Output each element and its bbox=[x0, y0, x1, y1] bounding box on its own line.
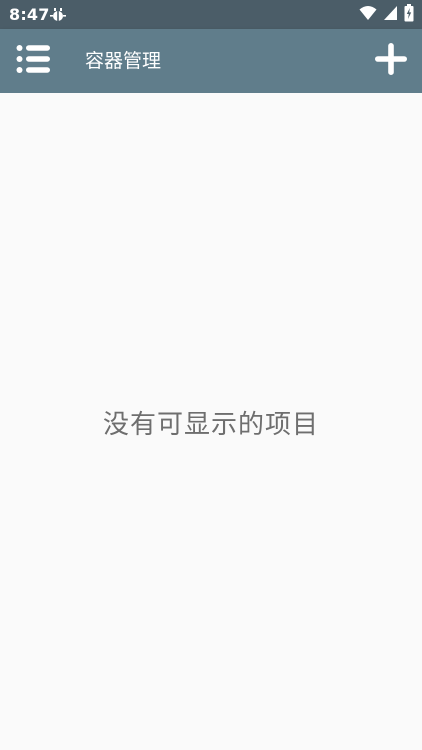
app-bar: 容器管理 bbox=[0, 29, 422, 93]
add-container-button[interactable] bbox=[371, 41, 411, 81]
menu-button[interactable] bbox=[14, 42, 52, 80]
list-menu-icon bbox=[16, 44, 50, 78]
status-icons bbox=[359, 4, 414, 26]
status-bar: 8:47 bbox=[0, 0, 422, 29]
bug-notification-icon bbox=[49, 6, 67, 24]
plus-icon bbox=[374, 42, 408, 80]
page-title: 容器管理 bbox=[85, 50, 162, 72]
battery-charging-icon bbox=[404, 4, 414, 26]
container-list: 没有可显示的项目 bbox=[0, 93, 422, 750]
status-time: 8:47 bbox=[9, 5, 50, 24]
empty-state-message: 没有可显示的项目 bbox=[102, 410, 319, 440]
app-screen: 8:47 容器管理 没有可显示的项目 bbox=[0, 0, 422, 750]
wifi-icon bbox=[359, 5, 377, 25]
cellular-signal-icon bbox=[383, 5, 398, 25]
